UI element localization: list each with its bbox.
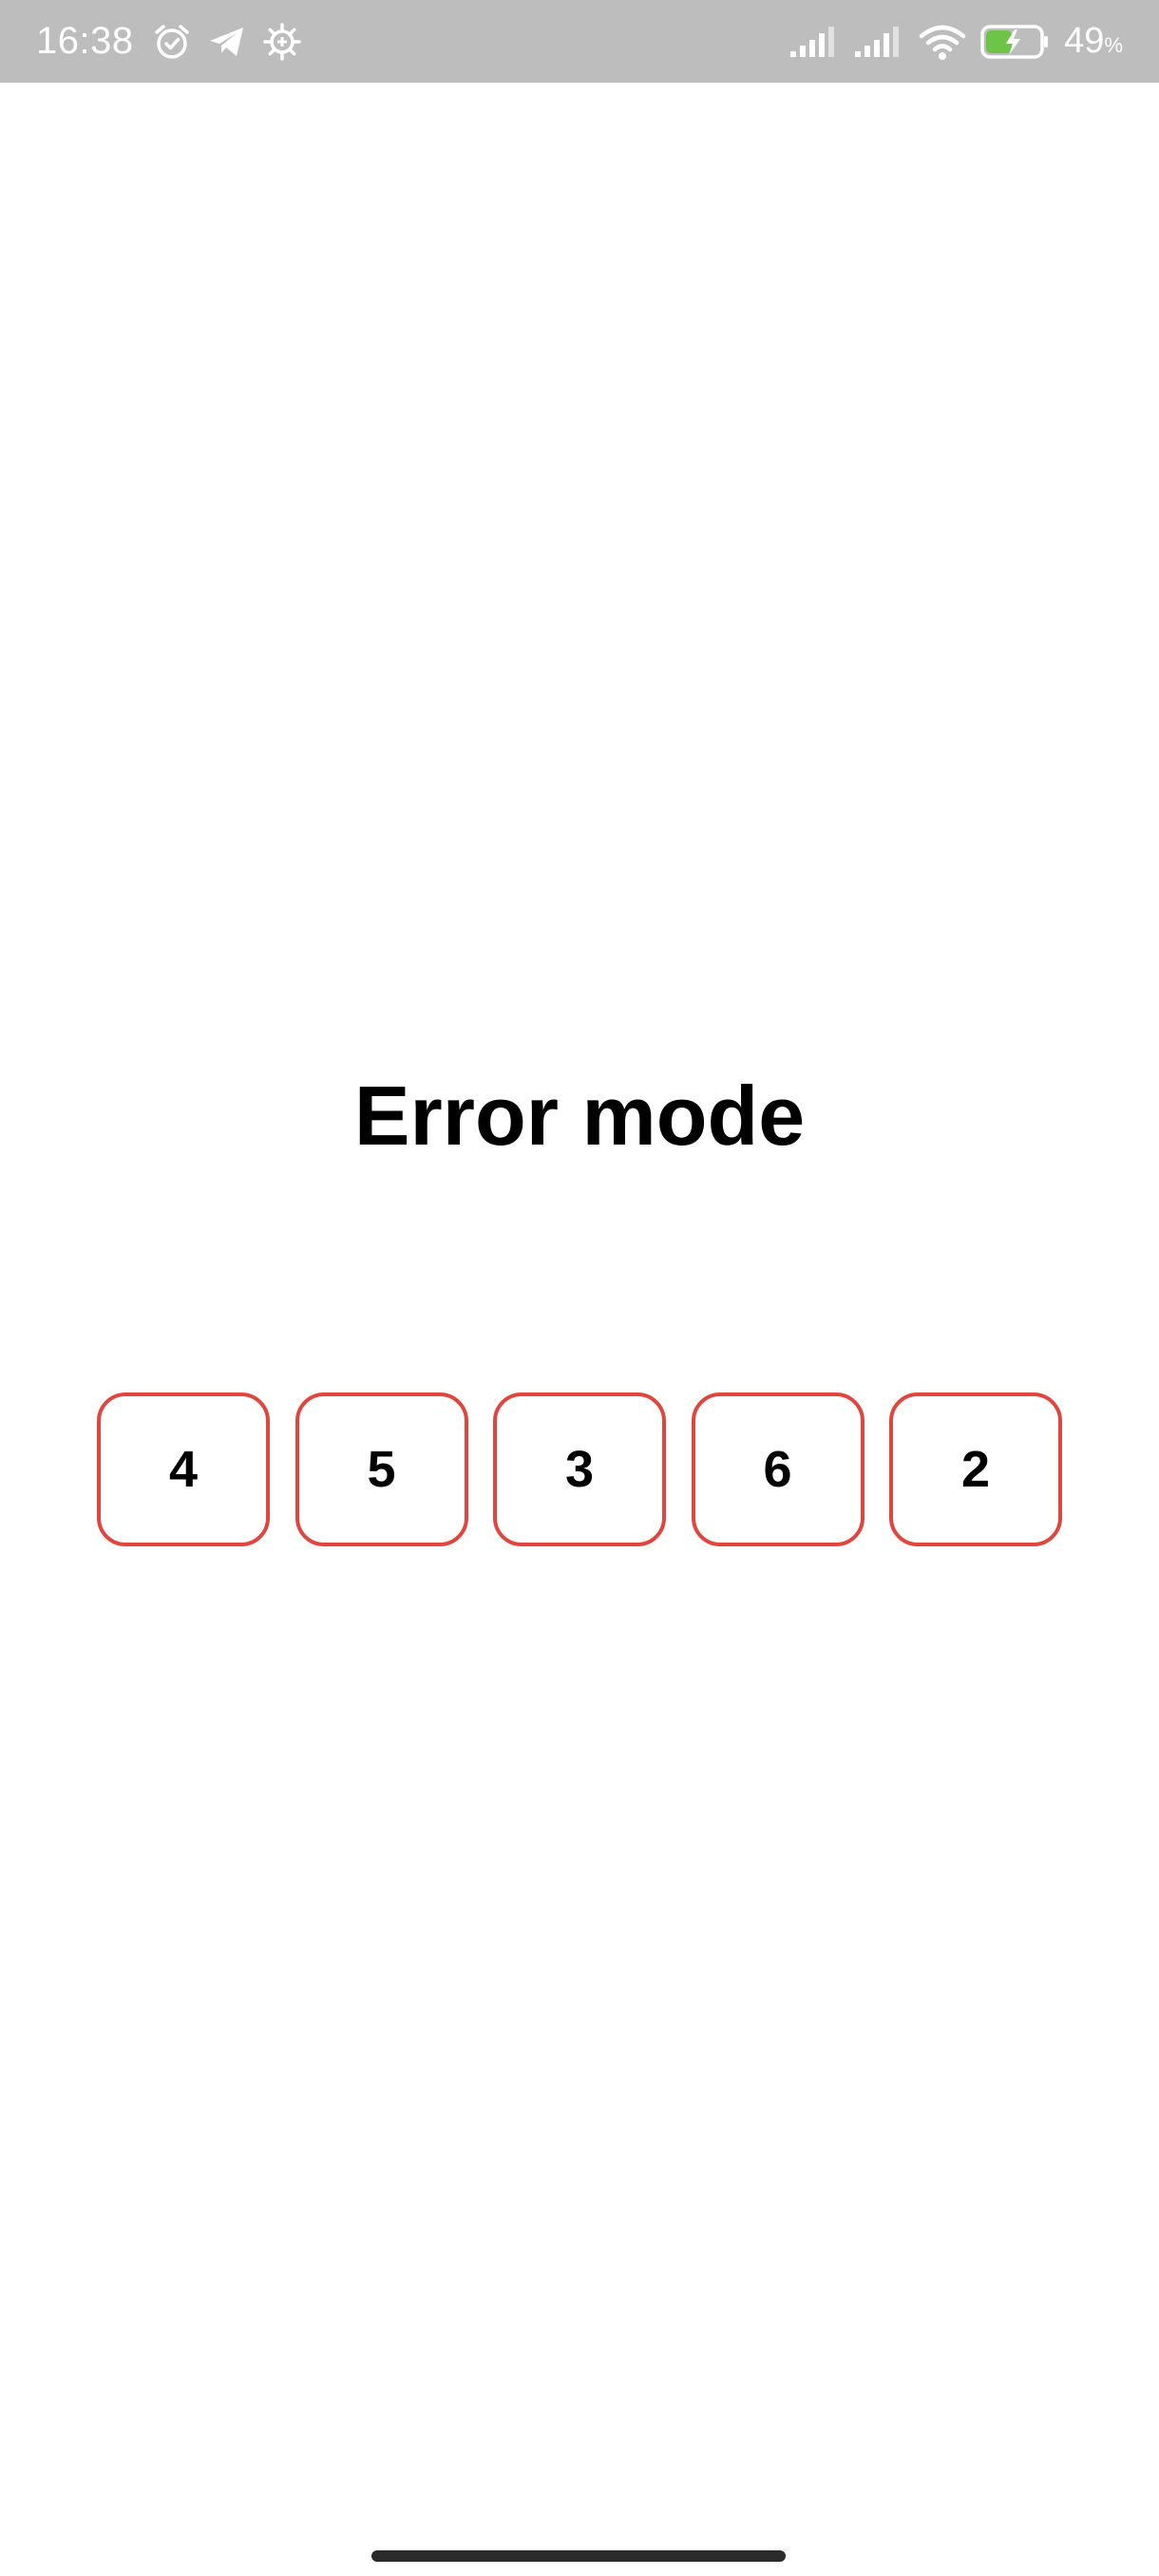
battery-charging-icon [980, 21, 1051, 63]
status-right-group: 49% [788, 0, 1123, 83]
status-time: 16:38 [36, 20, 134, 62]
settings-gear-icon [261, 21, 303, 63]
pin-digit-box[interactable]: 3 [493, 1392, 666, 1546]
battery-percentage: 49% [1064, 21, 1123, 62]
telegram-icon [206, 21, 248, 63]
wifi-icon [918, 21, 967, 63]
status-left-group: 16:38 [36, 0, 303, 83]
status-bar: 16:38 49% [0, 0, 1159, 83]
home-indicator[interactable] [371, 2550, 786, 2562]
pin-code-row: 4 5 3 6 2 [97, 1392, 1062, 1548]
pin-digit-box[interactable]: 4 [97, 1392, 270, 1546]
battery-percentage-value: 49 [1064, 21, 1105, 61]
signal-icon [788, 21, 840, 63]
page-title: Error mode [353, 1069, 806, 1163]
alarm-icon [151, 21, 193, 63]
pin-digit-box[interactable]: 5 [294, 1392, 468, 1546]
pin-digit-box[interactable]: 2 [889, 1392, 1062, 1546]
pin-digit-box[interactable]: 6 [691, 1392, 864, 1546]
signal-icon [853, 21, 904, 63]
battery-percentage-unit: % [1104, 33, 1123, 57]
